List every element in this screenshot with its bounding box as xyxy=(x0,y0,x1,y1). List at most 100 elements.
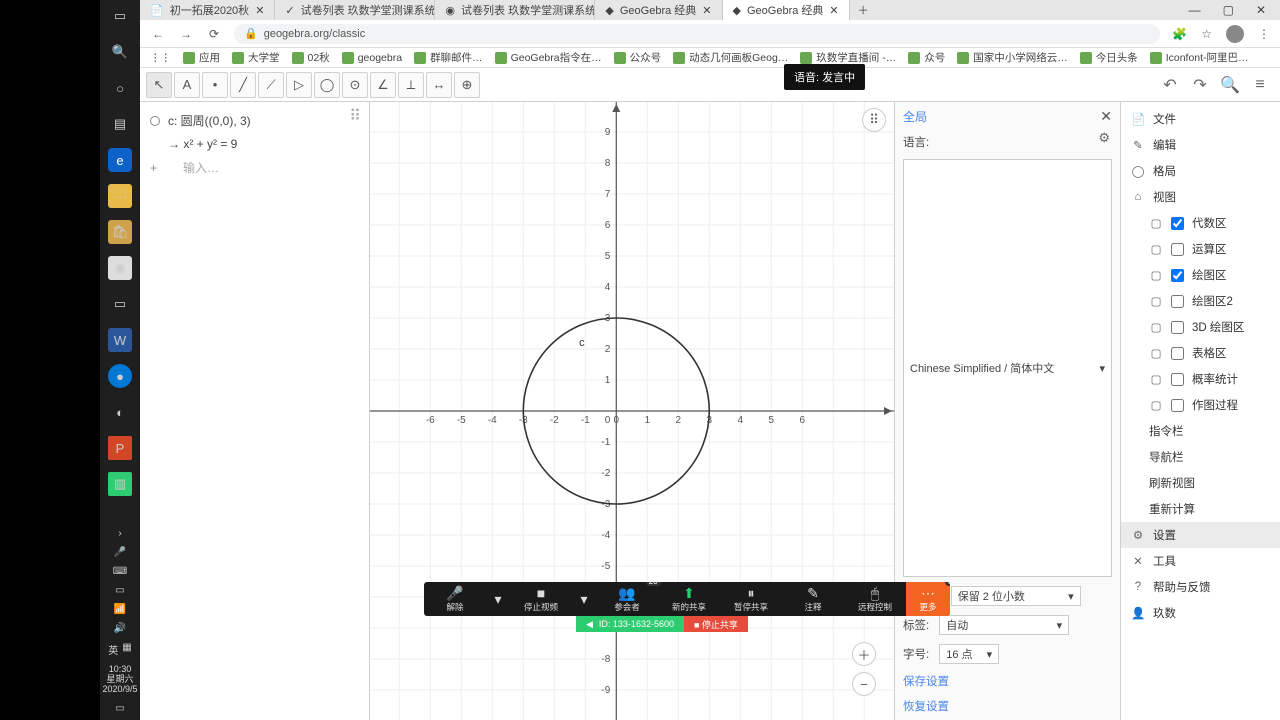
browser-tab[interactable]: ◆GeoGebra 经典✕ xyxy=(723,0,850,20)
font-select[interactable]: 16 点▾ xyxy=(939,644,999,664)
submenu-item[interactable]: 刷新视图 xyxy=(1121,470,1280,496)
bookmark-item[interactable]: 大学堂 xyxy=(232,50,280,65)
save-settings-link[interactable]: 保存设置 xyxy=(903,673,1112,689)
tool-button[interactable]: ⊙ xyxy=(342,72,368,98)
zoom-control[interactable]: ⏸ 暂停共享 xyxy=(720,582,782,616)
zoom-control[interactable]: ⬆ 新的共享 xyxy=(658,582,720,616)
nav-reload-icon[interactable]: ⟳ xyxy=(206,27,222,41)
zoom-control[interactable]: ■ 停止视频 xyxy=(510,582,572,616)
zoom-control[interactable]: 👥20 参会者 xyxy=(596,582,658,616)
bookmark-item[interactable]: 公众号 xyxy=(614,50,662,65)
tool-button[interactable]: • xyxy=(202,72,228,98)
zoom-in-button[interactable]: ＋ xyxy=(852,642,876,666)
dock-edge-icon[interactable]: e xyxy=(108,148,132,172)
graphics-popout-icon[interactable]: ⠿ xyxy=(862,108,886,132)
view-checkbox[interactable] xyxy=(1171,399,1184,412)
menu-item[interactable]: 👤玖数 xyxy=(1121,600,1280,626)
view-toggle[interactable]: ▢绘图区2 xyxy=(1121,288,1280,314)
view-checkbox[interactable] xyxy=(1171,347,1184,360)
tool-button[interactable]: ∠ xyxy=(370,72,396,98)
dock-chrome-icon[interactable]: ◉ xyxy=(108,256,132,280)
dock-clock[interactable]: 10:30 星期六 2020/9/5 xyxy=(102,665,137,695)
tool-button[interactable]: ▷ xyxy=(286,72,312,98)
undo-button[interactable]: ↶ xyxy=(1156,75,1184,95)
tool-button[interactable]: ◯ xyxy=(314,72,340,98)
panel-handle-icon[interactable]: ⠿ xyxy=(349,106,361,126)
view-checkbox[interactable] xyxy=(1171,243,1184,256)
tool-button[interactable]: ↖ xyxy=(146,72,172,98)
menu-item[interactable]: ✎编辑 xyxy=(1121,132,1280,158)
bookmark-item[interactable]: Iconfont-阿里巴… xyxy=(1150,50,1249,65)
nav-back-icon[interactable]: ← xyxy=(150,27,166,41)
dock-keyboard-icon[interactable]: ⌨ xyxy=(113,566,127,577)
menu-item[interactable]: ✕工具 xyxy=(1121,548,1280,574)
star-icon[interactable]: ☆ xyxy=(1201,27,1212,41)
dock-app-icon[interactable]: ◐ xyxy=(108,400,132,424)
window-close-button[interactable]: ✕ xyxy=(1256,3,1266,17)
view-checkbox[interactable] xyxy=(1171,217,1184,230)
settings-tab-label[interactable]: 全局 xyxy=(903,108,927,125)
close-icon[interactable]: ✕ xyxy=(702,4,711,17)
view-toggle[interactable]: ▢运算区 xyxy=(1121,236,1280,262)
close-icon[interactable]: ✕ xyxy=(829,4,838,17)
zoom-control[interactable]: ▾ xyxy=(486,582,510,616)
dock-battery-icon[interactable]: ▭ xyxy=(115,585,124,596)
extension-icon[interactable]: 🧩 xyxy=(1172,27,1187,41)
window-minimize-button[interactable]: — xyxy=(1189,3,1201,17)
tool-button[interactable]: ↔ xyxy=(426,72,452,98)
labeling-select[interactable]: 自动▾ xyxy=(939,615,1069,635)
menu-item[interactable]: 📄文件 xyxy=(1121,106,1280,132)
kebab-menu-icon[interactable]: ⋮ xyxy=(1258,27,1270,41)
dock-app-icon[interactable]: ▭ xyxy=(108,292,132,316)
dock-zoom-icon[interactable]: ● xyxy=(108,364,132,388)
dock-icon[interactable]: ▭ xyxy=(108,4,132,28)
browser-tab[interactable]: ✓试卷列表 玖数学堂测课系统✕ xyxy=(275,0,435,20)
view-checkbox[interactable] xyxy=(1171,295,1184,308)
nav-forward-icon[interactable]: → xyxy=(178,27,194,41)
url-input[interactable]: 🔒geogebra.org/classic xyxy=(234,24,1160,44)
dock-explorer-icon[interactable]: 🗀 xyxy=(108,184,132,208)
view-toggle[interactable]: ▢代数区 xyxy=(1121,210,1280,236)
search-icon[interactable]: 🔍 xyxy=(1216,75,1244,95)
zoom-control[interactable]: ⋯1 更多 xyxy=(906,582,950,616)
bookmark-item[interactable]: GeoGebra指令在… xyxy=(495,50,602,65)
dock-cortana-icon[interactable]: ○ xyxy=(108,76,132,100)
rounding-select[interactable]: 保留 2 位小数▾ xyxy=(951,586,1081,606)
zoom-control[interactable]: ▾ xyxy=(572,582,596,616)
view-toggle[interactable]: ▢概率统计 xyxy=(1121,366,1280,392)
dock-ime-icon[interactable]: 英▦ xyxy=(108,642,131,657)
hamburger-menu-icon[interactable]: ≡ xyxy=(1246,76,1274,94)
dock-volume-icon[interactable]: 🔊 xyxy=(114,623,126,634)
tool-button[interactable]: ⟂ xyxy=(398,72,424,98)
window-maximize-button[interactable]: ▢ xyxy=(1223,3,1234,17)
bookmark-item[interactable]: 应用 xyxy=(183,50,220,65)
zoom-stop-share-button[interactable]: ■ 停止共享 xyxy=(684,616,748,632)
view-toggle[interactable]: ▢3D 绘图区 xyxy=(1121,314,1280,340)
bookmark-item[interactable]: 国家中小学网络云… xyxy=(957,50,1068,65)
algebra-object[interactable]: c: 圆周((0,0), 3) xyxy=(148,108,349,133)
dock-notification-icon[interactable]: ▭ xyxy=(115,703,124,714)
dock-wifi-icon[interactable]: 📶 xyxy=(114,604,126,615)
menu-item[interactable]: ⌂视图 xyxy=(1121,184,1280,210)
submenu-item[interactable]: 导航栏 xyxy=(1121,444,1280,470)
tool-button[interactable]: ╱ xyxy=(230,72,256,98)
browser-tab[interactable]: ◉试卷列表 玖数学堂测课系统✕ xyxy=(435,0,595,20)
dock-powerpoint-icon[interactable]: P xyxy=(108,436,132,460)
close-icon[interactable]: ✕ xyxy=(1100,108,1112,125)
algebra-input[interactable]: + 输入… xyxy=(148,155,361,180)
bookmark-item[interactable]: 02秋 xyxy=(292,50,330,65)
dock-mic-icon[interactable]: 🎤 xyxy=(114,547,126,558)
zoom-control[interactable]: ✎ 注释 xyxy=(782,582,844,616)
new-tab-button[interactable]: ＋ xyxy=(850,2,877,18)
submenu-item[interactable]: 重新计算 xyxy=(1121,496,1280,522)
menu-item[interactable]: ⚙设置 xyxy=(1121,522,1280,548)
dock-search-icon[interactable]: 🔍 xyxy=(108,40,132,64)
zoom-control[interactable]: 🖱 远程控制 xyxy=(844,582,906,616)
view-checkbox[interactable] xyxy=(1171,269,1184,282)
profile-avatar[interactable] xyxy=(1226,25,1244,43)
restore-settings-link[interactable]: 恢复设置 xyxy=(903,698,1112,714)
gear-icon[interactable]: ⚙ xyxy=(1098,130,1110,146)
browser-tab[interactable]: 📄初一拓展2020秋✕ xyxy=(140,0,275,20)
view-checkbox[interactable] xyxy=(1171,373,1184,386)
view-toggle[interactable]: ▢绘图区 xyxy=(1121,262,1280,288)
